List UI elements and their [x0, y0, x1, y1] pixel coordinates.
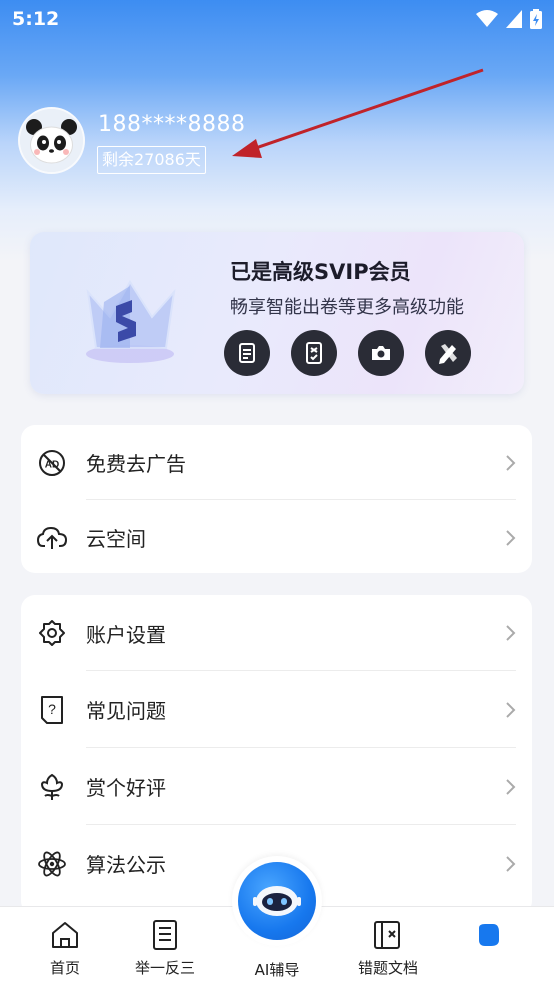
- menu-label: 账户设置: [86, 622, 166, 647]
- remaining-days-badge: 剩余27086天: [97, 146, 206, 174]
- menu-label: 赏个好评: [86, 776, 166, 800]
- cloud-upload-icon: [37, 523, 67, 553]
- chevron-right-icon: [506, 454, 516, 471]
- camera-icon[interactable]: [358, 330, 404, 376]
- nav-label: 举一反三: [134, 959, 195, 977]
- nav-label: 错题文档: [357, 959, 418, 977]
- profile-blob-icon: [479, 924, 499, 946]
- status-time: 5:12: [12, 8, 60, 30]
- question-document-icon: ?: [37, 695, 67, 725]
- menu-row-rate[interactable]: 赏个好评: [21, 748, 532, 825]
- menu-row-cloud-space[interactable]: 云空间: [21, 500, 532, 575]
- wifi-icon: [476, 10, 498, 27]
- vip-card[interactable]: 已是高级SVIP会员 畅享智能出卷等更多高级功能: [30, 232, 524, 394]
- nav-label: AI辅导: [254, 961, 300, 979]
- menu-label: 云空间: [86, 527, 146, 551]
- chevron-right-icon: [506, 778, 516, 795]
- menu-card-1: AD 免费去广告 云空间: [21, 425, 532, 573]
- menu-row-remove-ads[interactable]: AD 免费去广告: [21, 425, 532, 500]
- battery-charging-icon: [530, 9, 542, 29]
- menu-row-faq[interactable]: ? 常见问题: [21, 671, 532, 748]
- atom-icon: [37, 849, 67, 879]
- status-bar: 5:12: [0, 0, 554, 38]
- crown-logo-icon: [86, 280, 176, 363]
- robot-icon: [253, 886, 301, 916]
- nav-ai[interactable]: AI辅导: [227, 955, 327, 980]
- nav-examples[interactable]: 举一反三: [115, 917, 215, 978]
- menu-label: 算法公示: [86, 853, 166, 877]
- chevron-right-icon: [506, 855, 516, 872]
- vip-subtitle: 畅享智能出卷等更多高级功能: [230, 297, 464, 318]
- ai-tutor-button[interactable]: [232, 856, 322, 946]
- nav-error-docs[interactable]: 错题文档: [338, 917, 438, 978]
- nav-label: 首页: [49, 959, 80, 977]
- flower-icon: [37, 772, 67, 802]
- menu-row-account-settings[interactable]: 账户设置: [21, 595, 532, 671]
- gear-icon: [37, 618, 67, 648]
- no-ad-icon: AD: [37, 448, 67, 478]
- chevron-right-icon: [506, 701, 516, 718]
- error-doc-icon: [374, 921, 400, 949]
- chevron-right-icon: [506, 625, 516, 641]
- panda-avatar-icon: [20, 109, 83, 172]
- menu-label: 常见问题: [86, 699, 166, 723]
- chevron-right-icon: [506, 529, 516, 546]
- scroll-document-icon[interactable]: [224, 330, 270, 376]
- nav-profile[interactable]: [438, 917, 538, 957]
- phone-number: 188****8888: [98, 112, 246, 137]
- list-document-icon: [153, 920, 177, 950]
- menu-label: 免费去广告: [86, 452, 186, 476]
- nav-home[interactable]: 首页: [15, 917, 115, 978]
- pencil-ruler-icon[interactable]: [425, 330, 471, 376]
- signal-icon: [506, 10, 522, 28]
- vip-title: 已是高级SVIP会员: [230, 260, 411, 284]
- avatar[interactable]: [18, 107, 85, 174]
- home-icon: [52, 922, 78, 948]
- error-book-icon[interactable]: [291, 330, 337, 376]
- svg-text:?: ?: [48, 701, 56, 717]
